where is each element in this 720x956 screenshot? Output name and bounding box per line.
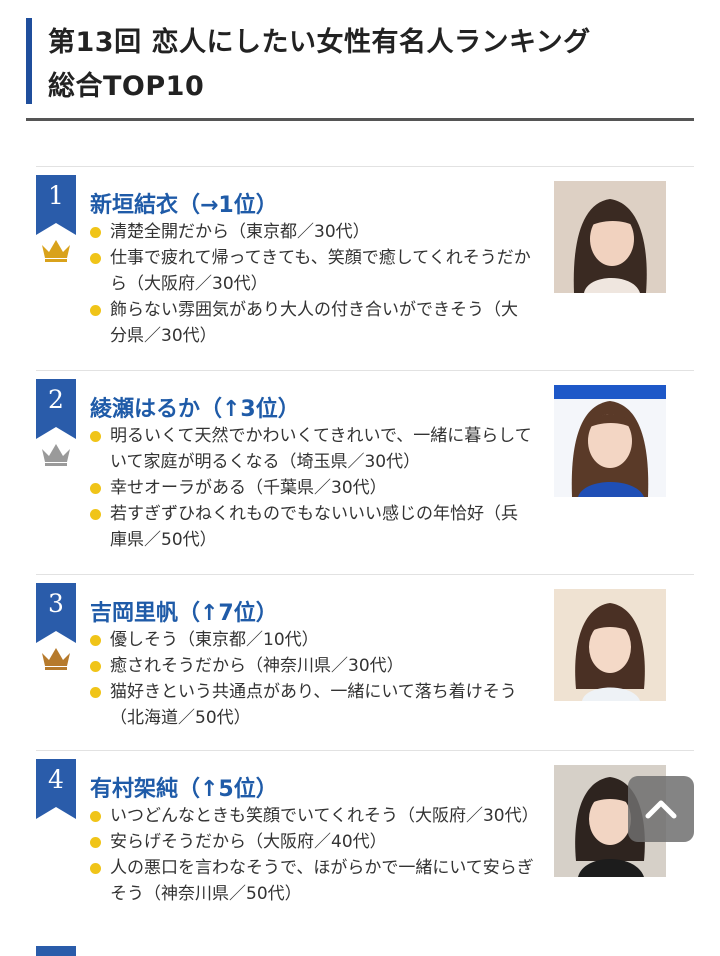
comment-item: 優しそう（東京都／10代） xyxy=(90,627,534,653)
bullet-icon xyxy=(90,253,101,264)
title-divider xyxy=(26,118,694,121)
celebrity-photo xyxy=(554,181,666,293)
celebrity-name[interactable]: 綾瀬はるか（↑3位） xyxy=(90,391,300,423)
bullet-icon xyxy=(90,661,101,672)
page-title-line-1: 第13回 恋人にしたい女性有名人ランキング xyxy=(48,27,591,58)
rank-badge-partial xyxy=(36,946,76,956)
comment-item: 癒されそうだから（神奈川県／30代） xyxy=(90,653,534,679)
rank-badge: 4 xyxy=(36,759,76,819)
bullet-icon xyxy=(90,509,101,520)
silver-crown-icon xyxy=(42,444,70,466)
comment-item: 飾らない雰囲気があり大人の付き合いができそう（大分県／30代） xyxy=(90,297,534,349)
celebrity-name[interactable]: 有村架純（↑5位） xyxy=(90,771,278,803)
celebrity-photo xyxy=(554,385,666,497)
bullet-icon xyxy=(90,305,101,316)
bronze-crown-icon xyxy=(42,648,70,670)
comment-list: 清楚全開だから（東京都／30代） 仕事で疲れて帰ってきても、笑顔で癒してくれそう… xyxy=(90,219,534,349)
rank-badge: 1 xyxy=(36,175,76,235)
bullet-icon xyxy=(90,483,101,494)
bullet-icon xyxy=(90,431,101,442)
comment-item: 猫好きという共通点があり、一緒にいて落ち着けそう（北海道／50代） xyxy=(90,679,534,731)
rank-number: 4 xyxy=(48,765,64,794)
ranking-entry-4: 4 有村架純（↑5位） いつどんなときも笑顔でいてくれそう（大阪府／30代） 安… xyxy=(36,750,694,947)
bullet-icon xyxy=(90,687,101,698)
comment-item: 明るいくて天然でかわいくてきれいで、一緒に暮らしていて家庭が明るくなる（埼玉県／… xyxy=(90,423,534,475)
ranking-entry-3: 3 吉岡里帆（↑7位） 優しそう（東京都／10代） 癒されそうだから（神奈川県／… xyxy=(36,574,694,751)
page-title: 第13回 恋人にしたい女性有名人ランキング 総合TOP10 xyxy=(26,18,698,104)
chevron-up-icon xyxy=(645,800,677,819)
comment-item: 仕事で疲れて帰ってきても、笑顔で癒してくれそうだから（大阪府／30代） xyxy=(90,245,534,297)
rank-number: 3 xyxy=(48,589,64,618)
scroll-to-top-button[interactable] xyxy=(628,776,694,842)
celebrity-name[interactable]: 新垣結衣（→1位） xyxy=(90,187,278,219)
comment-item: 安らげそうだから（大阪府／40代） xyxy=(90,829,534,855)
bullet-icon xyxy=(90,837,101,848)
rank-badge: 3 xyxy=(36,583,76,643)
ranking-entry-1: 1 新垣結衣（→1位） 清楚全開だから（東京都／30代） 仕事で疲れて帰ってきて… xyxy=(36,166,694,371)
comment-item: 若すぎずひねくれものでもないいい感じの年恰好（兵庫県／50代） xyxy=(90,501,534,553)
rank-badge: 2 xyxy=(36,379,76,439)
comment-item: 清楚全開だから（東京都／30代） xyxy=(90,219,534,245)
bullet-icon xyxy=(90,811,101,822)
comment-item: 人の悪口を言わなそうで、ほがらかで一緒にいて安らぎそう（神奈川県／50代） xyxy=(90,855,534,907)
celebrity-photo xyxy=(554,589,666,701)
comment-item: いつどんなときも笑顔でいてくれそう（大阪府／30代） xyxy=(90,803,539,829)
bullet-icon xyxy=(90,635,101,646)
gold-crown-icon xyxy=(42,240,70,262)
bullet-icon xyxy=(90,863,101,874)
comment-list: 明るいくて天然でかわいくてきれいで、一緒に暮らしていて家庭が明るくなる（埼玉県／… xyxy=(90,423,534,553)
celebrity-name[interactable]: 吉岡里帆（↑7位） xyxy=(90,595,278,627)
rank-number: 2 xyxy=(48,385,64,414)
comment-item: 幸せオーラがある（千葉県／30代） xyxy=(90,475,534,501)
rank-number: 1 xyxy=(48,181,64,210)
comment-list: 優しそう（東京都／10代） 癒されそうだから（神奈川県／30代） 猫好きという共… xyxy=(90,627,534,731)
page-title-line-2: 総合TOP10 xyxy=(48,71,205,102)
comment-list: いつどんなときも笑顔でいてくれそう（大阪府／30代） 安らげそうだから（大阪府／… xyxy=(90,803,539,907)
ranking-entry-2: 2 綾瀬はるか（↑3位） 明るいくて天然でかわいくてきれいで、一緒に暮らしていて… xyxy=(36,370,694,575)
bullet-icon xyxy=(90,227,101,238)
